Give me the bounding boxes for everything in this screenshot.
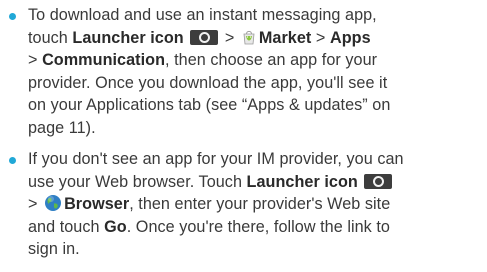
text-line: and touch Go. Once you're there, follow … [28,216,487,239]
text-run: , then enter your provider's Web site [129,195,391,213]
text-run: . Once you're there, follow the link to [126,217,390,236]
launcher-icon-label: Launcher icon [72,28,184,47]
text-run: on your Applications tab (see “Apps & up… [28,96,391,114]
text-line: on your Applications tab (see “Apps & up… [28,94,487,117]
text-run: sign in. [28,240,80,258]
paragraph: To download and use an instant messaging… [28,4,487,139]
bullet-icon [9,13,16,20]
text-line: provider. Once you download the app, you… [28,72,487,95]
text-line: use your Web browser. Touch Launcher ico… [28,171,487,194]
list-item-download-app: To download and use an instant messaging… [0,4,487,139]
text-line: > Communication, then choose an app for … [28,49,487,72]
market-label: Market [258,28,312,47]
text-run: > [28,51,43,69]
text-run: touch [28,28,73,47]
market-icon [243,30,255,44]
text-run: If you don't see an app for your IM prov… [28,150,404,168]
launcher-icon [190,29,219,45]
browser-label: Browser [64,195,130,213]
communication-label: Communication [42,51,166,69]
text-run: and touch [28,217,105,236]
text-line: If you don't see an app for your IM prov… [28,148,487,171]
text-run: To download and use an instant messaging… [28,6,377,24]
launcher-icon [364,173,393,189]
apps-label: Apps [329,28,371,47]
bullet-icon [9,157,16,164]
separator-text: > [28,195,43,213]
separator-text: > [311,28,330,47]
help-page: To download and use an instant messaging… [0,0,487,272]
text-run: use your Web browser. Touch [28,172,247,191]
text-line: touch Launcher icon > Market > Apps [28,27,487,50]
text-line: > Browser, then enter your provider's We… [28,193,487,216]
text-line: sign in. [28,238,487,261]
browser-icon [45,195,62,211]
text-run: , then choose an app for your [165,51,378,69]
text-line: To download and use an instant messaging… [28,4,487,27]
paragraph: If you don't see an app for your IM prov… [28,148,487,261]
text-run: page 11). [28,118,96,137]
separator-text: > [220,28,239,47]
text-line: page 11). [28,117,487,140]
launcher-icon-label: Launcher icon [246,172,358,191]
text-run: provider. Once you download the app, you… [28,73,388,92]
list-item-web-browser: If you don't see an app for your IM prov… [0,148,487,261]
go-label: Go [104,217,127,236]
